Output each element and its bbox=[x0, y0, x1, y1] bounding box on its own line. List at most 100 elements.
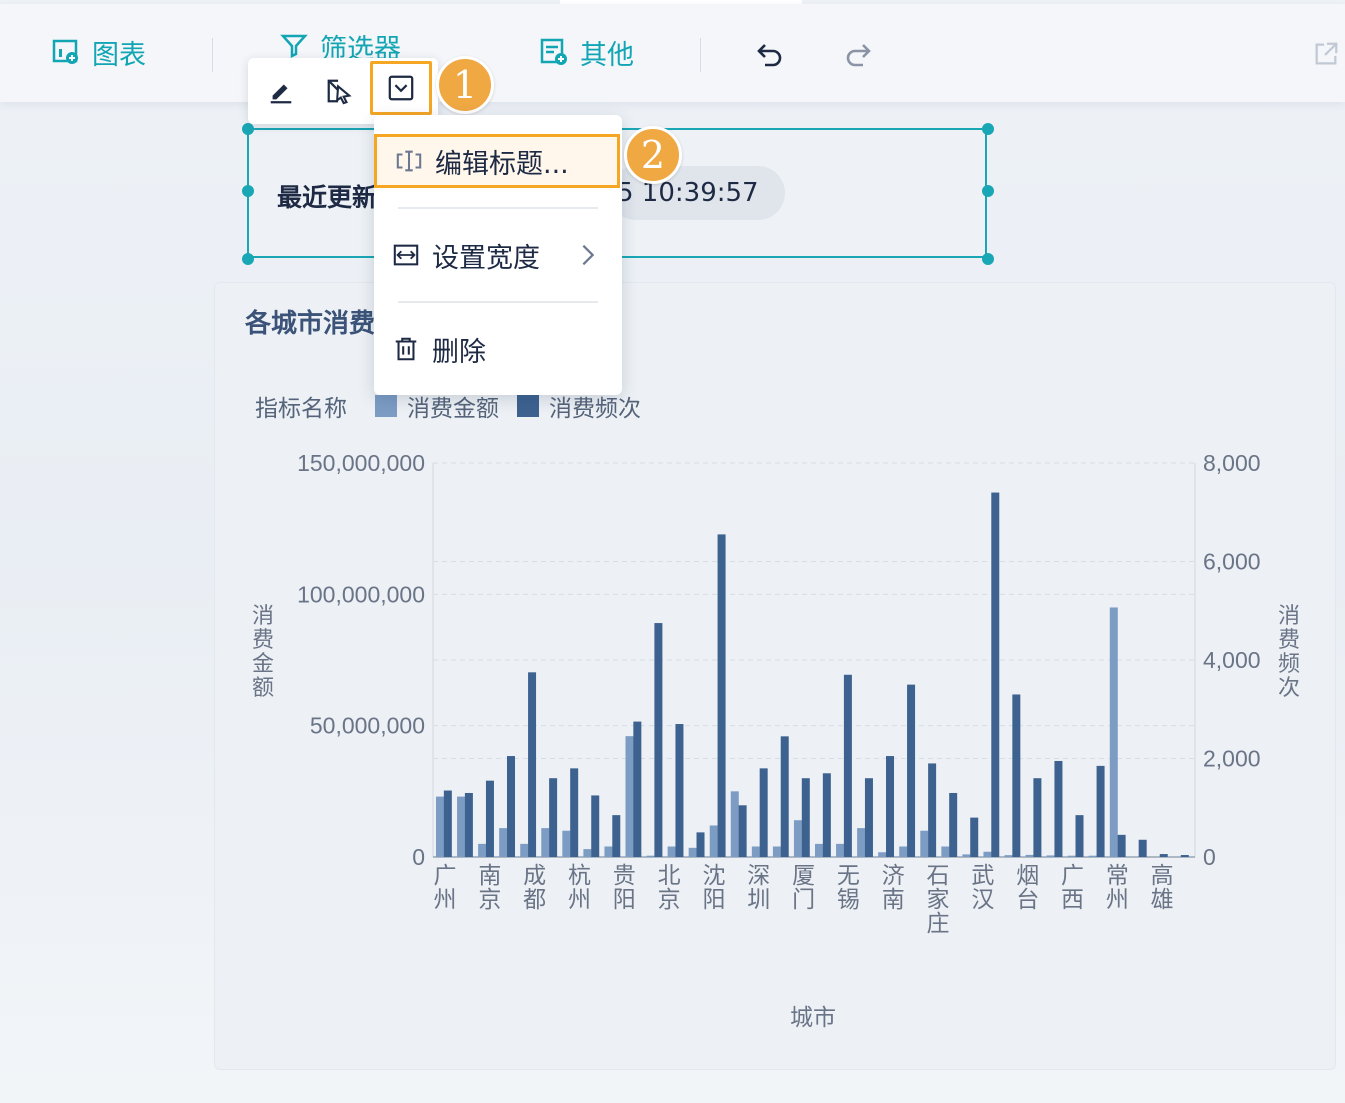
other-button[interactable]: 其他 bbox=[540, 30, 634, 74]
x-tick-label: 圳 bbox=[747, 887, 770, 913]
x-tick-label: 阳 bbox=[702, 887, 725, 913]
x-tick-label: 武 bbox=[971, 863, 994, 889]
bar-frequency bbox=[991, 492, 1000, 857]
bar-amount bbox=[478, 843, 487, 857]
bar-amount bbox=[436, 796, 445, 857]
x-tick-label: 州 bbox=[434, 887, 457, 913]
x-tick-label: 京 bbox=[658, 887, 681, 913]
undo-button[interactable] bbox=[752, 36, 788, 72]
widget-options-menu: 编辑标题... 设置宽度 删除 bbox=[374, 115, 622, 395]
bar-amount bbox=[646, 855, 655, 857]
y-left-axis-title: 消 bbox=[252, 604, 274, 629]
x-tick-label: 广 bbox=[434, 863, 457, 889]
x-tick-label: 台 bbox=[1016, 887, 1039, 913]
x-tick-label: 南 bbox=[882, 887, 905, 913]
resize-handle[interactable] bbox=[242, 123, 254, 135]
y-right-tick-label: 4,000 bbox=[1203, 647, 1261, 673]
chart-button-label: 图表 bbox=[92, 39, 146, 71]
resize-handle[interactable] bbox=[982, 123, 994, 135]
pencil-icon bbox=[270, 84, 292, 104]
bar-frequency bbox=[1138, 839, 1147, 857]
bar-amount bbox=[772, 846, 781, 857]
bar-frequency bbox=[928, 763, 937, 857]
bar-chart: 150,000,000 100,000,000 50,000,000 0 8,000 6,… bbox=[252, 450, 1300, 1031]
x-tick-label: 杭 bbox=[568, 863, 591, 889]
x-tick-label: 北 bbox=[658, 863, 681, 889]
y-right-axis-title: 次 bbox=[1278, 676, 1300, 701]
bar-amount bbox=[793, 820, 802, 857]
y-left-axis-title: 费 bbox=[252, 628, 274, 653]
x-tick-label: 州 bbox=[568, 887, 591, 913]
bar-frequency bbox=[1033, 778, 1042, 857]
bar-frequency bbox=[528, 672, 537, 857]
bar-frequency bbox=[507, 756, 516, 857]
bar-amount bbox=[541, 828, 550, 857]
bar-amount bbox=[857, 828, 866, 857]
chart-card[interactable]: 各城市消费 指标名称 消费金额 消费频次 150,000,000 100,000,… bbox=[214, 282, 1336, 1070]
bar-frequency bbox=[612, 815, 621, 857]
x-tick-label: 深 bbox=[747, 863, 770, 889]
x-tick-label: 阳 bbox=[613, 887, 636, 913]
bar-amount bbox=[457, 796, 466, 857]
step-badge-2: 2 bbox=[624, 126, 682, 184]
bar-amount bbox=[1004, 855, 1013, 857]
bar-amount bbox=[1088, 855, 1097, 857]
bar-amount bbox=[920, 830, 929, 857]
x-tick-label: 都 bbox=[523, 887, 546, 913]
y-right-tick-label: 6,000 bbox=[1203, 549, 1261, 575]
export-button[interactable] bbox=[1308, 36, 1344, 72]
bar-amount bbox=[583, 849, 592, 857]
x-tick-label: 成 bbox=[523, 863, 546, 889]
filter-icon bbox=[280, 34, 308, 59]
menu-item-set-width[interactable]: 设置宽度 bbox=[374, 228, 622, 282]
x-axis-title: 城市 bbox=[790, 1005, 836, 1031]
bar-frequency bbox=[570, 768, 579, 857]
bar-frequency bbox=[549, 778, 558, 857]
bar-frequency bbox=[1159, 854, 1168, 857]
bar-frequency bbox=[675, 724, 684, 857]
bar-frequency bbox=[1180, 855, 1189, 857]
bar-frequency bbox=[864, 778, 873, 857]
edit-style-button[interactable] bbox=[260, 70, 302, 112]
bar-amount bbox=[604, 846, 613, 857]
bar-frequency bbox=[1096, 765, 1105, 857]
bar-amount bbox=[815, 843, 824, 857]
bar-amount bbox=[1067, 855, 1076, 857]
redo-icon bbox=[846, 44, 871, 67]
trash-icon bbox=[395, 337, 417, 361]
bar-frequency bbox=[780, 736, 789, 857]
y-left-tick-label: 100,000,000 bbox=[297, 581, 425, 607]
chart-button[interactable]: 图表 bbox=[52, 30, 146, 74]
bar-frequency bbox=[1075, 815, 1084, 857]
x-tick-label: 济 bbox=[882, 863, 905, 889]
resize-handle[interactable] bbox=[982, 253, 994, 265]
resize-handle[interactable] bbox=[242, 185, 254, 197]
export-icon bbox=[1315, 42, 1338, 65]
x-tick-label: 贵 bbox=[613, 863, 636, 889]
more-options-button[interactable] bbox=[370, 61, 432, 115]
chart-add-icon bbox=[52, 39, 78, 64]
menu-divider bbox=[398, 207, 598, 209]
bar-amount bbox=[878, 852, 887, 857]
y-right-tick-label: 2,000 bbox=[1203, 746, 1261, 772]
select-data-button[interactable] bbox=[318, 70, 360, 112]
x-tick-label: 沈 bbox=[702, 863, 725, 889]
y-right-axis-title: 消 bbox=[1278, 604, 1300, 629]
bar-amount bbox=[1109, 607, 1118, 857]
resize-handle[interactable] bbox=[242, 253, 254, 265]
menu-item-delete[interactable]: 删除 bbox=[374, 322, 622, 376]
resize-handle[interactable] bbox=[982, 185, 994, 197]
step-badge-1: 1 bbox=[436, 56, 494, 114]
y-right-axis-title: 频 bbox=[1278, 652, 1300, 677]
x-tick-label: 雄 bbox=[1151, 887, 1174, 913]
text-cursor-icon bbox=[396, 150, 422, 172]
y-left-axis-title: 金 bbox=[252, 652, 274, 677]
bar-frequency bbox=[696, 832, 705, 857]
toolbar-divider bbox=[700, 38, 701, 72]
redo-button[interactable] bbox=[840, 36, 876, 72]
menu-item-edit-title[interactable]: 编辑标题... bbox=[374, 134, 620, 188]
bar-frequency bbox=[464, 792, 473, 857]
toolbar-divider bbox=[212, 38, 213, 72]
menu-item-delete-label: 删除 bbox=[432, 336, 486, 368]
other-add-icon bbox=[540, 38, 567, 65]
